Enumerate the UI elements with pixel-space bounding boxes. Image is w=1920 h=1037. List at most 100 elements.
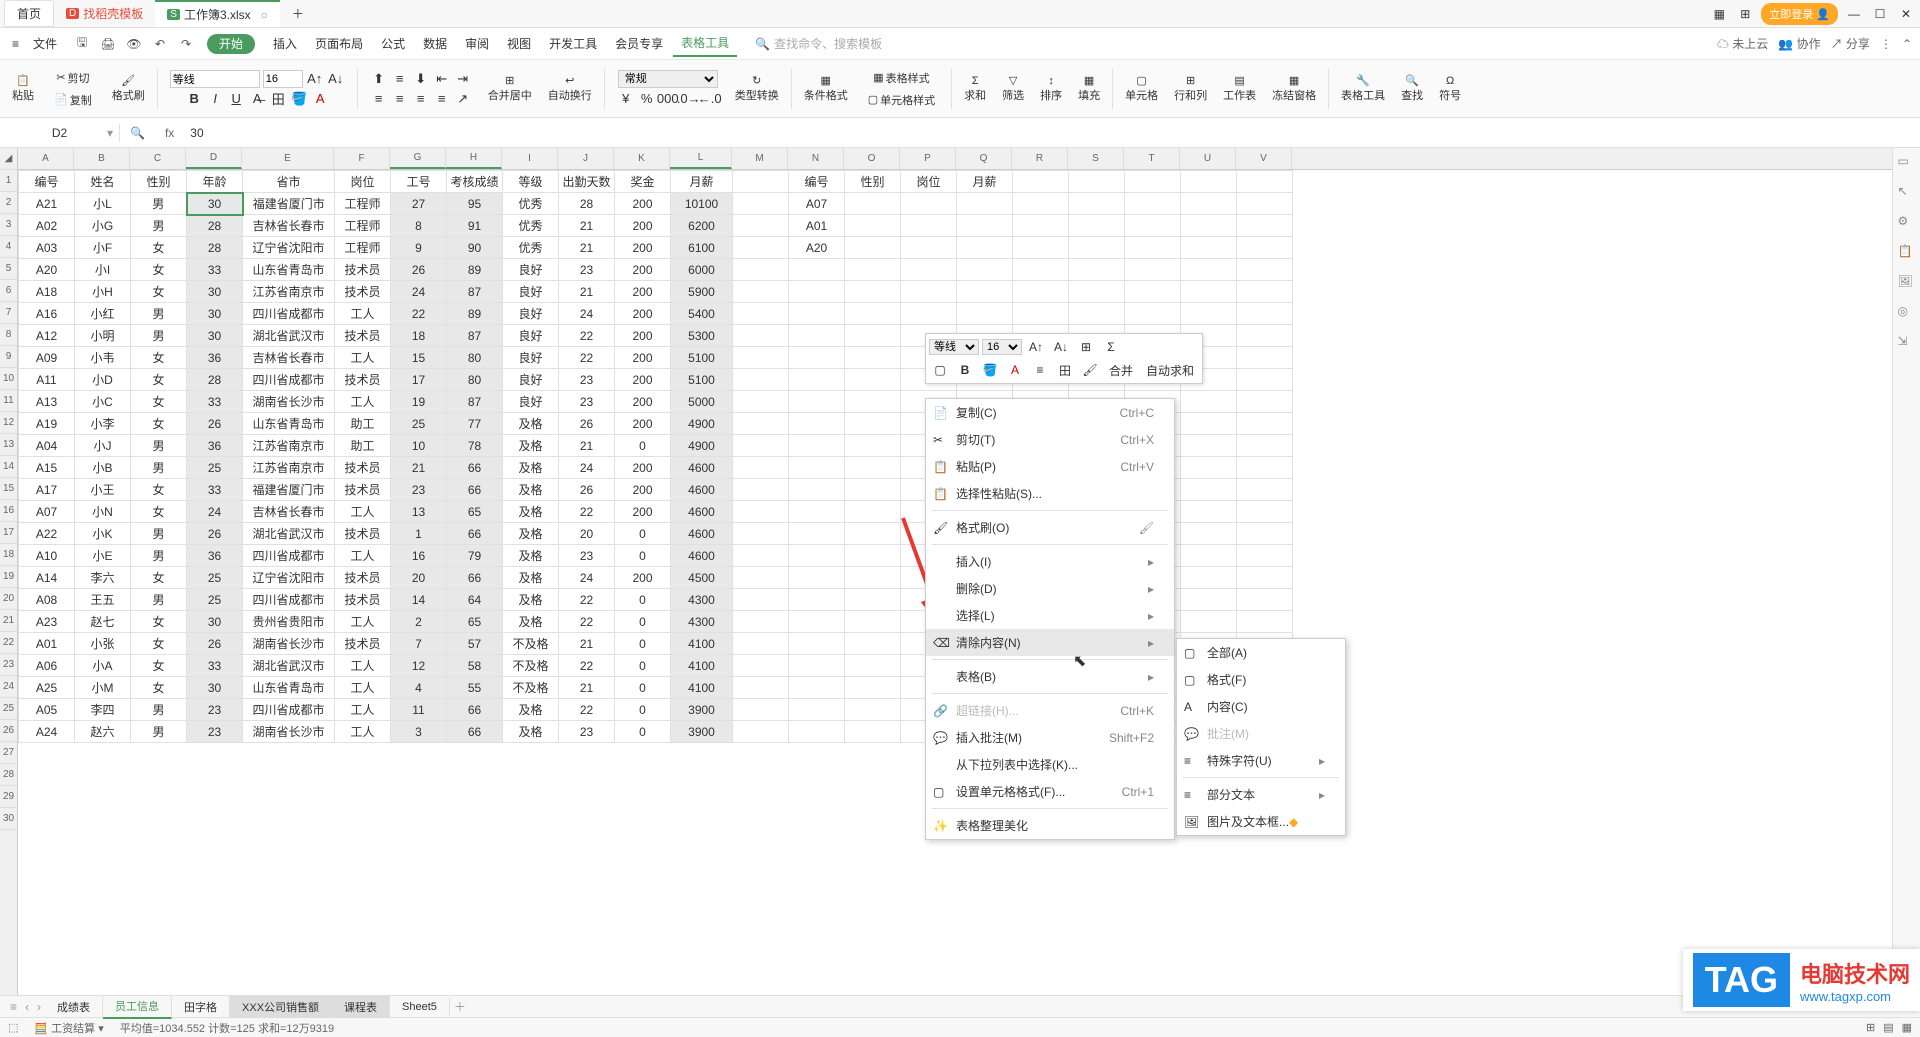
data-cell[interactable] <box>1181 479 1237 501</box>
data-cell[interactable] <box>1237 369 1293 391</box>
header-cell[interactable]: 编号 <box>19 171 75 193</box>
data-cell[interactable]: 工人 <box>335 699 391 721</box>
data-cell[interactable] <box>733 303 789 325</box>
data-cell[interactable]: 工程师 <box>335 237 391 259</box>
data-cell[interactable] <box>733 237 789 259</box>
data-cell[interactable]: 30 <box>187 281 243 303</box>
minimize-icon[interactable]: — <box>1844 4 1864 24</box>
data-cell[interactable] <box>1237 347 1293 369</box>
sheet-tab-1[interactable]: 员工信息 <box>103 995 172 1019</box>
data-cell[interactable]: 工人 <box>335 655 391 677</box>
data-cell[interactable]: 18 <box>391 325 447 347</box>
data-cell[interactable] <box>789 699 845 721</box>
ctx-select[interactable]: 选择(L)▸ <box>926 602 1174 629</box>
data-cell[interactable] <box>1013 193 1069 215</box>
row-header-12[interactable]: 12 <box>0 412 17 434</box>
data-cell[interactable] <box>845 721 901 743</box>
data-cell[interactable]: 89 <box>447 303 503 325</box>
panel-location-icon[interactable]: ◎ <box>1898 304 1916 322</box>
data-cell[interactable] <box>845 303 901 325</box>
font-grow-icon[interactable]: A↑ <box>306 70 324 88</box>
data-cell[interactable]: 优秀 <box>503 193 559 215</box>
data-cell[interactable] <box>1013 237 1069 259</box>
data-cell[interactable]: 不及格 <box>503 633 559 655</box>
mini-merge-label[interactable]: 合并 <box>1104 360 1138 380</box>
data-cell[interactable] <box>901 303 957 325</box>
data-cell[interactable]: 辽宁省沈阳市 <box>243 237 335 259</box>
data-cell[interactable]: A15 <box>19 457 75 479</box>
data-cell[interactable] <box>1181 237 1237 259</box>
data-cell[interactable] <box>789 391 845 413</box>
header-cell[interactable]: 性别 <box>131 171 187 193</box>
header-cell[interactable] <box>1069 171 1125 193</box>
data-cell[interactable]: 技术员 <box>335 567 391 589</box>
col-header-M[interactable]: M <box>732 148 788 169</box>
data-cell[interactable] <box>789 567 845 589</box>
data-cell[interactable]: 23 <box>559 545 615 567</box>
header-cell[interactable]: 等级 <box>503 171 559 193</box>
data-cell[interactable] <box>1237 303 1293 325</box>
mini-bold-icon[interactable]: B <box>954 360 976 380</box>
data-cell[interactable] <box>845 391 901 413</box>
close-window-icon[interactable]: ✕ <box>1896 4 1916 24</box>
data-cell[interactable] <box>1181 567 1237 589</box>
data-cell[interactable]: 79 <box>447 545 503 567</box>
data-cell[interactable] <box>1125 193 1181 215</box>
data-cell[interactable] <box>1181 523 1237 545</box>
data-cell[interactable] <box>1237 479 1293 501</box>
data-cell[interactable] <box>733 413 789 435</box>
name-box[interactable]: D2 <box>0 124 120 142</box>
data-cell[interactable]: 22 <box>559 655 615 677</box>
merge-button[interactable]: ⊞合并居中 <box>484 72 536 105</box>
panel-clip-icon[interactable]: 📋 <box>1898 244 1916 262</box>
data-cell[interactable]: 78 <box>447 435 503 457</box>
data-cell[interactable]: 助工 <box>335 413 391 435</box>
data-cell[interactable]: 66 <box>447 457 503 479</box>
data-cell[interactable] <box>1237 435 1293 457</box>
ctx-delete[interactable]: 删除(D)▸ <box>926 575 1174 602</box>
data-cell[interactable]: 女 <box>131 655 187 677</box>
data-cell[interactable]: 男 <box>131 721 187 743</box>
data-cell[interactable]: 四川省成都市 <box>243 369 335 391</box>
select-all-corner[interactable]: ◢ <box>0 148 17 170</box>
data-cell[interactable]: 湖北省武汉市 <box>243 655 335 677</box>
menu-member[interactable]: 会员专享 <box>607 31 671 56</box>
data-cell[interactable]: 66 <box>447 523 503 545</box>
menu-start[interactable]: 开始 <box>199 31 263 56</box>
data-cell[interactable] <box>789 369 845 391</box>
type-convert-button[interactable]: ↻类型转换 <box>731 72 783 105</box>
col-header-C[interactable]: C <box>130 148 186 169</box>
data-cell[interactable] <box>789 501 845 523</box>
data-cell[interactable] <box>733 523 789 545</box>
data-cell[interactable]: A23 <box>19 611 75 633</box>
data-cell[interactable] <box>845 193 901 215</box>
data-cell[interactable] <box>1181 215 1237 237</box>
data-cell[interactable] <box>957 303 1013 325</box>
sheet-button[interactable]: ▤工作表 <box>1219 72 1260 105</box>
wrap-button[interactable]: ↩自动换行 <box>544 72 596 105</box>
data-cell[interactable]: A25 <box>19 677 75 699</box>
data-cell[interactable]: A14 <box>19 567 75 589</box>
data-cell[interactable]: 小K <box>75 523 131 545</box>
data-cell[interactable]: 女 <box>131 369 187 391</box>
data-cell[interactable] <box>789 479 845 501</box>
data-cell[interactable] <box>1237 611 1293 633</box>
data-cell[interactable]: A22 <box>19 523 75 545</box>
fx-label[interactable]: fx <box>155 126 184 140</box>
align-right-icon[interactable]: ≡ <box>412 90 430 108</box>
data-cell[interactable] <box>1237 325 1293 347</box>
header-cell[interactable] <box>1013 171 1069 193</box>
ctx-insert[interactable]: 插入(I)▸ <box>926 548 1174 575</box>
data-cell[interactable]: 男 <box>131 699 187 721</box>
data-cell[interactable]: 技术员 <box>335 589 391 611</box>
data-cell[interactable]: 技术员 <box>335 633 391 655</box>
data-cell[interactable]: 男 <box>131 193 187 215</box>
data-cell[interactable]: 小张 <box>75 633 131 655</box>
header-cell[interactable] <box>733 171 789 193</box>
col-header-R[interactable]: R <box>1012 148 1068 169</box>
data-cell[interactable]: 4600 <box>671 457 733 479</box>
filter-button[interactable]: ▽筛选 <box>998 72 1028 105</box>
header-cell[interactable] <box>1125 171 1181 193</box>
apps-icon[interactable]: ⊞ <box>1735 4 1755 24</box>
data-cell[interactable] <box>845 347 901 369</box>
